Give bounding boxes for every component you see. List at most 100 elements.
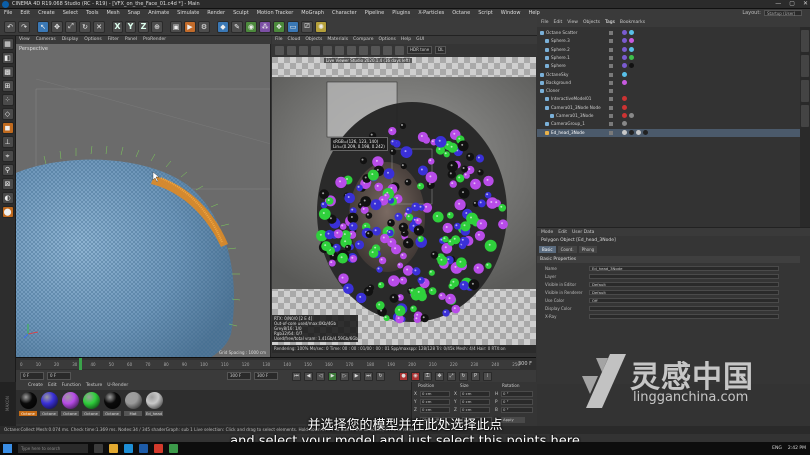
viewport-menu-prorender[interactable]: ProRender bbox=[143, 36, 166, 44]
am-menu-edit[interactable]: Edit bbox=[558, 228, 567, 236]
enable-axis-icon[interactable]: ⊥ bbox=[1, 136, 14, 148]
attr-tab-basic[interactable]: Basic bbox=[539, 246, 556, 253]
menu-x-particles[interactable]: X-Particles bbox=[414, 9, 448, 18]
file-explorer-icon[interactable] bbox=[109, 444, 118, 453]
liveviewer-menu-objects[interactable]: Objects bbox=[305, 36, 322, 44]
texture-mode-icon[interactable]: ▩ bbox=[1, 66, 14, 78]
visibility-toggle[interactable] bbox=[609, 130, 613, 135]
go-to-start-icon[interactable]: ⏮ bbox=[292, 371, 301, 381]
object-row[interactable]: Cloner bbox=[537, 87, 800, 95]
snap-icon[interactable]: ⚲ bbox=[1, 164, 14, 176]
coord-position-field[interactable]: 0 cm bbox=[420, 399, 450, 405]
attr-field-value[interactable]: Ed_head_3Node bbox=[589, 266, 779, 271]
viewport-menu-options[interactable]: Options bbox=[84, 36, 101, 44]
material-tag-icon[interactable] bbox=[629, 129, 634, 135]
object-row[interactable]: Sphere.3 bbox=[537, 37, 800, 45]
redo-icon[interactable]: ↷ bbox=[18, 20, 30, 33]
object-row[interactable]: CameraGroup_1 bbox=[537, 120, 800, 128]
menu-window[interactable]: Window bbox=[497, 9, 525, 18]
subdivision-icon[interactable]: ◉ bbox=[245, 20, 257, 33]
edges-mode-icon[interactable]: ◇ bbox=[1, 108, 14, 120]
taskbar-search-input[interactable]: Type here to search bbox=[18, 444, 88, 453]
next-frame-icon[interactable]: ▷ bbox=[340, 371, 349, 381]
solo-icon[interactable]: ◐ bbox=[1, 192, 14, 204]
menu-tools[interactable]: Tools bbox=[82, 9, 102, 18]
light-icon[interactable]: ✺ bbox=[315, 20, 327, 33]
layout-dropdown[interactable]: Startup (User) bbox=[764, 10, 802, 16]
attr-field-value[interactable] bbox=[589, 314, 779, 319]
points-mode-icon[interactable]: ⁘ bbox=[1, 94, 14, 106]
attr-field-value[interactable]: Off bbox=[589, 298, 779, 303]
workplane-icon[interactable]: ⊞ bbox=[1, 80, 14, 92]
material-tag-icon[interactable] bbox=[636, 129, 641, 135]
mat-menu-create[interactable]: Create bbox=[28, 382, 43, 390]
cloner-icon[interactable]: ⁂ bbox=[259, 20, 271, 33]
menu-pipeline[interactable]: Pipeline bbox=[361, 9, 389, 18]
am-menu-user-data[interactable]: User Data bbox=[572, 228, 594, 236]
visibility-toggle[interactable] bbox=[609, 105, 613, 110]
coord-rotation-field[interactable]: 0 ° bbox=[501, 407, 533, 413]
liveviewer-menu-help[interactable]: Help bbox=[401, 36, 411, 44]
prev-key-icon[interactable]: ◀ bbox=[304, 371, 313, 381]
material-tag-icon[interactable] bbox=[622, 96, 627, 102]
close-button[interactable]: ✕ bbox=[803, 0, 808, 7]
scale-icon[interactable]: ⤢ bbox=[65, 20, 77, 33]
end-frame-field[interactable]: 300 F bbox=[227, 372, 251, 380]
material-tag-icon[interactable] bbox=[622, 54, 627, 60]
tweak-mode-icon[interactable]: ⌖ bbox=[1, 150, 14, 162]
material-tag-icon[interactable] bbox=[622, 79, 627, 85]
object-row[interactable]: Ed_head_3Node bbox=[537, 128, 800, 137]
visibility-toggle[interactable] bbox=[609, 72, 613, 77]
liveviewer-menu-options[interactable]: Options bbox=[378, 36, 395, 44]
coord-size-field[interactable]: 0 cm bbox=[460, 399, 490, 405]
object-row[interactable]: Sphere.2 bbox=[537, 46, 800, 54]
render-view-icon[interactable]: ▣ bbox=[170, 20, 182, 33]
menu-snap[interactable]: Snap bbox=[124, 9, 145, 18]
am-menu-mode[interactable]: Mode bbox=[541, 228, 553, 236]
move-icon[interactable]: ✥ bbox=[51, 20, 63, 33]
x-axis-lock-button[interactable]: X bbox=[112, 20, 123, 33]
render-view[interactable]: sRGB=(126, 123, 140) Lin=(0.209, 0.198, … bbox=[272, 57, 536, 345]
current-frame-field[interactable]: 0 F bbox=[47, 372, 71, 380]
material-tag-icon[interactable] bbox=[643, 129, 648, 135]
object-row[interactable]: Octane Scatter bbox=[537, 29, 800, 37]
visibility-toggle[interactable] bbox=[609, 47, 613, 52]
pause-render-icon[interactable] bbox=[299, 45, 308, 55]
loop-icon[interactable]: ↻ bbox=[376, 371, 385, 381]
material-tag-icon[interactable] bbox=[622, 46, 627, 52]
material-tag-icon[interactable] bbox=[629, 54, 634, 60]
keyframe-selection-icon[interactable]: ⚿ bbox=[423, 371, 432, 381]
pla-key-icon[interactable]: ⁞ bbox=[483, 371, 492, 381]
liveviewer-menu-file[interactable]: File bbox=[275, 36, 283, 44]
attr-field-value[interactable] bbox=[589, 274, 779, 279]
recent-tools-icon[interactable]: ✕ bbox=[93, 20, 105, 33]
object-row[interactable]: Sphere.1 bbox=[537, 54, 800, 62]
menu-edit[interactable]: Edit bbox=[16, 9, 34, 18]
menu-octane[interactable]: Octane bbox=[448, 9, 474, 18]
camera-icon[interactable]: ⎚ bbox=[301, 20, 313, 33]
autokey-icon[interactable]: ◉ bbox=[411, 371, 420, 381]
floor-icon[interactable]: ▭ bbox=[287, 20, 299, 33]
region-render-icon[interactable] bbox=[335, 45, 344, 55]
next-key-icon[interactable]: ▶ bbox=[352, 371, 361, 381]
object-row[interactable]: Camera01_3Node bbox=[537, 112, 800, 120]
render-picture-viewer-icon[interactable]: ▶ bbox=[184, 20, 196, 33]
start-menu-icon[interactable] bbox=[3, 444, 12, 453]
menu-help[interactable]: Help bbox=[524, 9, 543, 18]
edge-browser-icon[interactable] bbox=[124, 444, 133, 453]
pick-focus-icon[interactable] bbox=[347, 45, 356, 55]
side-tab-layers[interactable] bbox=[801, 105, 809, 127]
clay-mode-icon[interactable] bbox=[371, 45, 380, 55]
visibility-toggle[interactable] bbox=[609, 64, 613, 69]
mat-menu-u-render[interactable]: U-Render bbox=[107, 382, 128, 390]
material-tag-icon[interactable] bbox=[622, 104, 627, 110]
menu-create[interactable]: Create bbox=[34, 9, 59, 18]
material-tag-icon[interactable] bbox=[622, 63, 627, 69]
preview-end-field[interactable]: 300 F bbox=[254, 372, 278, 380]
rotation-key-icon[interactable]: ↻ bbox=[459, 371, 468, 381]
object-row[interactable]: InteractiveModel01 bbox=[537, 95, 800, 103]
viewport-menu-filter[interactable]: Filter bbox=[108, 36, 119, 44]
maximize-button[interactable]: ▢ bbox=[789, 0, 795, 7]
coord-rotation-field[interactable]: 0 ° bbox=[501, 391, 533, 397]
om-menu-file[interactable]: File bbox=[541, 18, 549, 27]
